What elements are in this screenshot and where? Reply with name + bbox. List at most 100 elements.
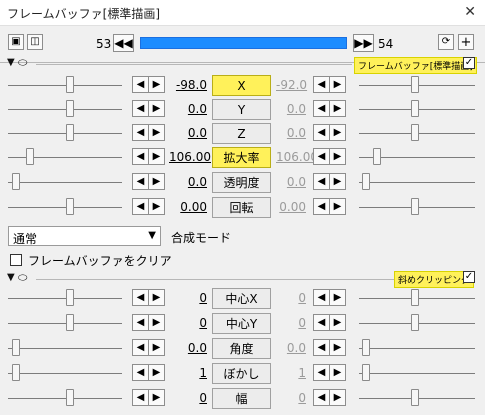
right-slider-thumb[interactable] bbox=[411, 389, 419, 406]
parameter-label[interactable]: 回転 bbox=[212, 197, 271, 218]
end-value[interactable]: 0.0 bbox=[276, 126, 306, 140]
decrement-button[interactable]: ◀ bbox=[132, 124, 149, 141]
increment-button[interactable]: ▶ bbox=[329, 148, 346, 165]
decrement-button[interactable]: ◀ bbox=[132, 364, 149, 381]
increment-button[interactable]: ▶ bbox=[329, 173, 346, 190]
parameter-label[interactable]: 透明度 bbox=[212, 172, 271, 193]
decrement-button[interactable]: ◀ bbox=[313, 76, 330, 93]
parameter-label[interactable]: 幅 bbox=[212, 388, 271, 409]
increment-button[interactable]: ▶ bbox=[329, 124, 346, 141]
left-slider-thumb[interactable] bbox=[66, 100, 74, 117]
add-icon[interactable]: + bbox=[458, 34, 474, 50]
decrement-button[interactable]: ◀ bbox=[313, 339, 330, 356]
right-slider-thumb[interactable] bbox=[411, 100, 419, 117]
start-value[interactable]: 0 bbox=[169, 316, 207, 330]
right-slider-thumb[interactable] bbox=[362, 339, 370, 356]
increment-button[interactable]: ▶ bbox=[329, 339, 346, 356]
start-value[interactable]: 0.0 bbox=[169, 175, 207, 189]
increment-button[interactable]: ▶ bbox=[148, 339, 165, 356]
end-value[interactable]: 0 bbox=[276, 391, 306, 405]
increment-button[interactable]: ▶ bbox=[148, 124, 165, 141]
right-slider-thumb[interactable] bbox=[373, 148, 381, 165]
left-slider-thumb[interactable] bbox=[26, 148, 34, 165]
step-forward-button[interactable]: ▶▶ bbox=[353, 34, 374, 52]
start-value[interactable]: 0.0 bbox=[169, 126, 207, 140]
increment-button[interactable]: ▶ bbox=[329, 364, 346, 381]
decrement-button[interactable]: ◀ bbox=[132, 76, 149, 93]
end-value[interactable]: 106.00 bbox=[276, 150, 318, 164]
end-value[interactable]: 0.0 bbox=[276, 102, 306, 116]
start-value[interactable]: 0.00 bbox=[169, 200, 207, 214]
right-slider-thumb[interactable] bbox=[411, 124, 419, 141]
end-value[interactable]: 0.0 bbox=[276, 175, 306, 189]
increment-button[interactable]: ▶ bbox=[148, 198, 165, 215]
decrement-button[interactable]: ◀ bbox=[313, 289, 330, 306]
start-value[interactable]: 0.0 bbox=[169, 341, 207, 355]
end-value[interactable]: 0 bbox=[276, 316, 306, 330]
left-slider-thumb[interactable] bbox=[66, 198, 74, 215]
increment-button[interactable]: ▶ bbox=[329, 100, 346, 117]
decrement-button[interactable]: ◀ bbox=[313, 314, 330, 331]
parameter-label[interactable]: 中心Y bbox=[212, 313, 271, 334]
start-value[interactable]: -98.0 bbox=[169, 78, 207, 92]
increment-button[interactable]: ▶ bbox=[148, 289, 165, 306]
left-slider-thumb[interactable] bbox=[66, 76, 74, 93]
increment-button[interactable]: ▶ bbox=[148, 76, 165, 93]
right-slider-thumb[interactable] bbox=[411, 289, 419, 306]
end-value[interactable]: 0.00 bbox=[276, 200, 306, 214]
decrement-button[interactable]: ◀ bbox=[313, 198, 330, 215]
decrement-button[interactable]: ◀ bbox=[313, 124, 330, 141]
increment-button[interactable]: ▶ bbox=[148, 314, 165, 331]
left-slider-thumb[interactable] bbox=[12, 173, 20, 190]
left-slider-thumb[interactable] bbox=[66, 124, 74, 141]
left-slider-thumb[interactable] bbox=[12, 364, 20, 381]
left-slider-thumb[interactable] bbox=[66, 289, 74, 306]
left-slider-thumb[interactable] bbox=[66, 389, 74, 406]
increment-button[interactable]: ▶ bbox=[329, 76, 346, 93]
decrement-button[interactable]: ◀ bbox=[313, 100, 330, 117]
decrement-button[interactable]: ◀ bbox=[132, 148, 149, 165]
increment-button[interactable]: ▶ bbox=[148, 364, 165, 381]
decrement-button[interactable]: ◀ bbox=[313, 173, 330, 190]
start-value[interactable]: 106.00 bbox=[169, 150, 211, 164]
enable-checkbox[interactable]: ✓ bbox=[463, 57, 475, 69]
end-value[interactable]: 0.0 bbox=[276, 341, 306, 355]
end-value[interactable]: 1 bbox=[276, 366, 306, 380]
enable-checkbox[interactable]: ✓ bbox=[463, 271, 475, 283]
decrement-button[interactable]: ◀ bbox=[132, 173, 149, 190]
increment-button[interactable]: ▶ bbox=[148, 173, 165, 190]
decrement-button[interactable]: ◀ bbox=[132, 314, 149, 331]
parameter-label[interactable]: ぼかし bbox=[212, 363, 271, 384]
decrement-button[interactable]: ◀ bbox=[132, 339, 149, 356]
right-slider-thumb[interactable] bbox=[411, 314, 419, 331]
parameter-label[interactable]: 角度 bbox=[212, 338, 271, 359]
decrement-button[interactable]: ◀ bbox=[132, 100, 149, 117]
start-value[interactable]: 0 bbox=[169, 291, 207, 305]
decrement-button[interactable]: ◀ bbox=[313, 389, 330, 406]
parameter-label[interactable]: 拡大率 bbox=[212, 147, 271, 168]
decrement-button[interactable]: ◀ bbox=[132, 389, 149, 406]
increment-button[interactable]: ▶ bbox=[329, 389, 346, 406]
close-button[interactable]: ✕ bbox=[464, 4, 476, 20]
parameter-label[interactable]: 中心X bbox=[212, 288, 271, 309]
collapse-icon[interactable]: ▼ bbox=[7, 272, 15, 283]
right-slider-thumb[interactable] bbox=[362, 173, 370, 190]
collapse-icon[interactable]: ▼ bbox=[7, 57, 15, 68]
increment-button[interactable]: ▶ bbox=[329, 198, 346, 215]
parameter-label[interactable]: Z bbox=[212, 123, 271, 144]
decrement-button[interactable]: ◀ bbox=[313, 148, 330, 165]
decrement-button[interactable]: ◀ bbox=[132, 289, 149, 306]
increment-button[interactable]: ▶ bbox=[329, 289, 346, 306]
left-slider-thumb[interactable] bbox=[12, 339, 20, 356]
start-value[interactable]: 0.0 bbox=[169, 102, 207, 116]
start-value[interactable]: 1 bbox=[169, 366, 207, 380]
right-slider-thumb[interactable] bbox=[362, 364, 370, 381]
refresh-icon[interactable]: ⟳ bbox=[438, 34, 454, 50]
increment-button[interactable]: ▶ bbox=[148, 100, 165, 117]
increment-button[interactable]: ▶ bbox=[148, 148, 165, 165]
end-value[interactable]: 0 bbox=[276, 291, 306, 305]
clear-frame-checkbox[interactable] bbox=[10, 254, 22, 266]
decrement-button[interactable]: ◀ bbox=[132, 198, 149, 215]
right-slider-thumb[interactable] bbox=[411, 76, 419, 93]
screen-icon[interactable]: ◫ bbox=[27, 34, 43, 50]
